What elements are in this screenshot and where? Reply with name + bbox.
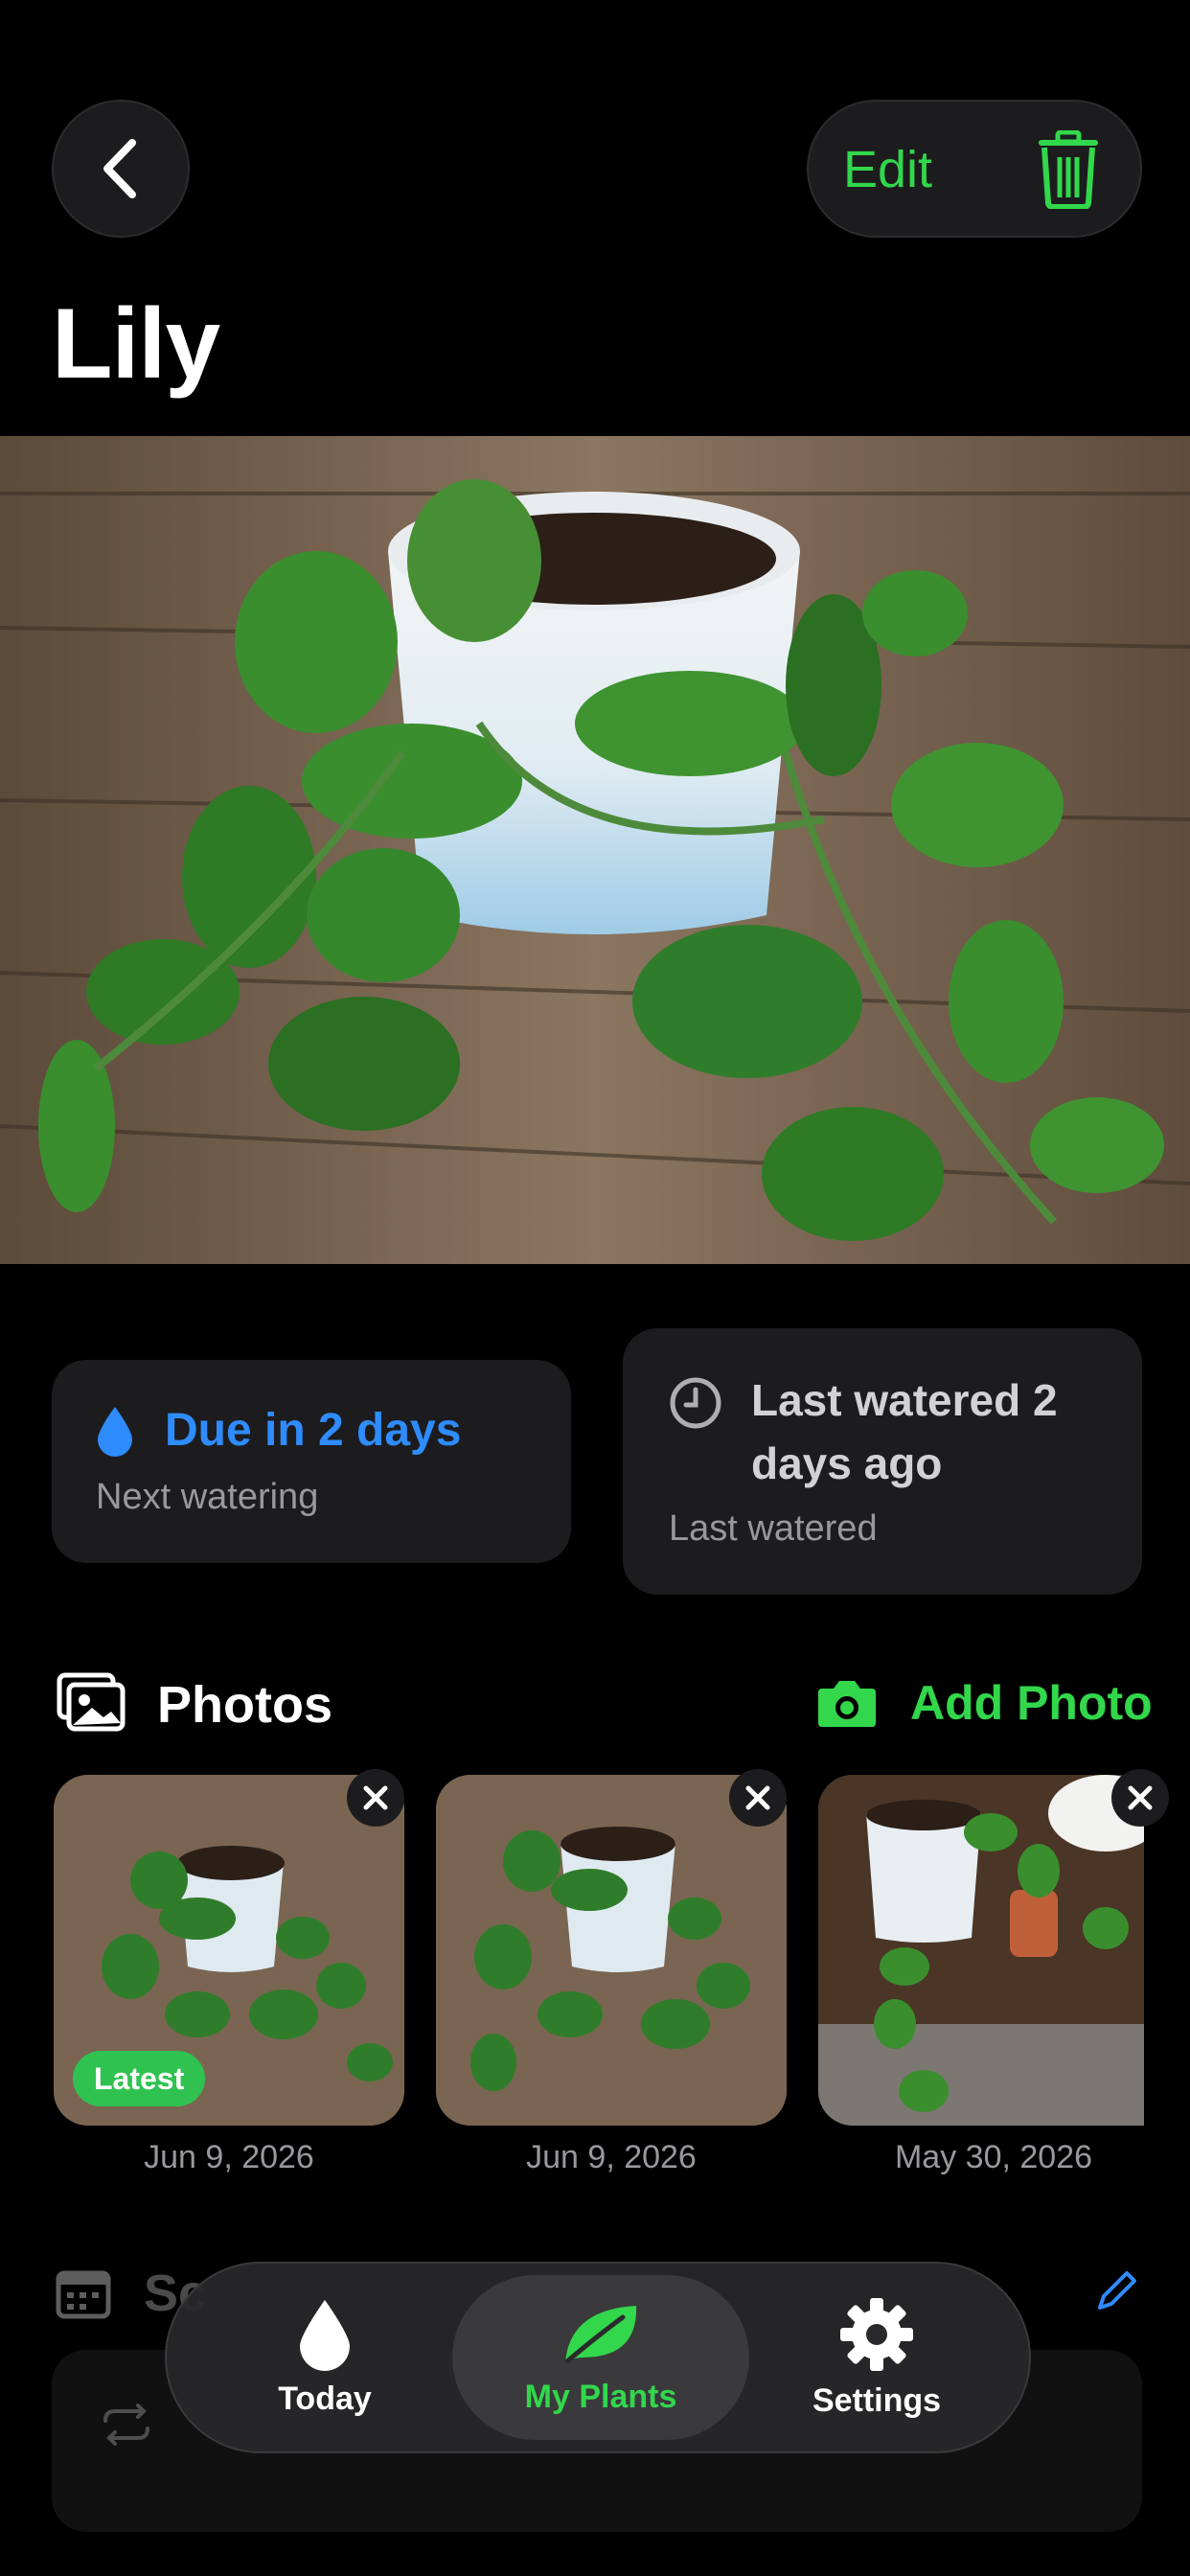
- drop-icon: [98, 1407, 132, 1457]
- leaf-icon: [564, 2305, 637, 2363]
- tab-label: Settings: [812, 2381, 942, 2419]
- next-watering-caption: Next watering: [96, 1477, 319, 1517]
- remove-photo-button[interactable]: [1111, 1769, 1169, 1827]
- photo-date: Jun 9, 2026: [144, 2139, 314, 2175]
- remove-photo-button[interactable]: [347, 1769, 404, 1827]
- tab-settings[interactable]: Settings: [757, 2264, 996, 2451]
- edit-delete-group: Edit: [807, 100, 1142, 238]
- last-watered-caption: Last watered: [669, 1508, 878, 1549]
- back-button[interactable]: [52, 100, 190, 238]
- photos-section-title: Photos: [157, 1676, 332, 1734]
- close-icon: [363, 1785, 388, 1810]
- edit-button[interactable]: Edit: [843, 140, 932, 199]
- remove-photo-button[interactable]: [729, 1769, 787, 1827]
- chevron-left-icon: [103, 139, 136, 198]
- latest-badge: Latest: [73, 2051, 206, 2106]
- drop-icon: [300, 2299, 350, 2371]
- close-icon: [745, 1785, 770, 1810]
- tab-label: Today: [278, 2380, 372, 2417]
- last-watered-text-line2: days ago: [751, 1438, 943, 1488]
- camera-icon[interactable]: [816, 1679, 878, 1729]
- add-photo-button[interactable]: Add Photo: [910, 1675, 1153, 1731]
- photos-icon: [57, 1672, 126, 1732]
- next-watering-card: [52, 1360, 571, 1563]
- tab-label: My Plants: [524, 2378, 677, 2415]
- last-watered-text-line1: Last watered 2: [751, 1375, 1058, 1425]
- tab-my-plants[interactable]: My Plants: [452, 2264, 749, 2451]
- photo-date: Jun 9, 2026: [526, 2139, 697, 2175]
- tab-today[interactable]: Today: [205, 2264, 445, 2451]
- due-text: Due in 2 days: [165, 1405, 462, 1456]
- gear-icon: [840, 2297, 913, 2371]
- tab-bar: Today My Plants Settings: [165, 2262, 1031, 2453]
- pencil-icon[interactable]: [1094, 2269, 1138, 2313]
- repeat-icon: [103, 2404, 149, 2446]
- photo-thumbnail[interactable]: [818, 1775, 1144, 2126]
- close-icon: [1128, 1785, 1153, 1810]
- trash-icon[interactable]: [1035, 130, 1102, 209]
- clock-icon: [670, 1377, 721, 1429]
- photo-date: May 30, 2026: [894, 2139, 1093, 2175]
- plant-hero-photo: [0, 436, 1190, 1264]
- calendar-icon: [56, 2270, 111, 2319]
- plant-title: Lily: [52, 288, 220, 400]
- photo-thumbnail[interactable]: [436, 1775, 787, 2126]
